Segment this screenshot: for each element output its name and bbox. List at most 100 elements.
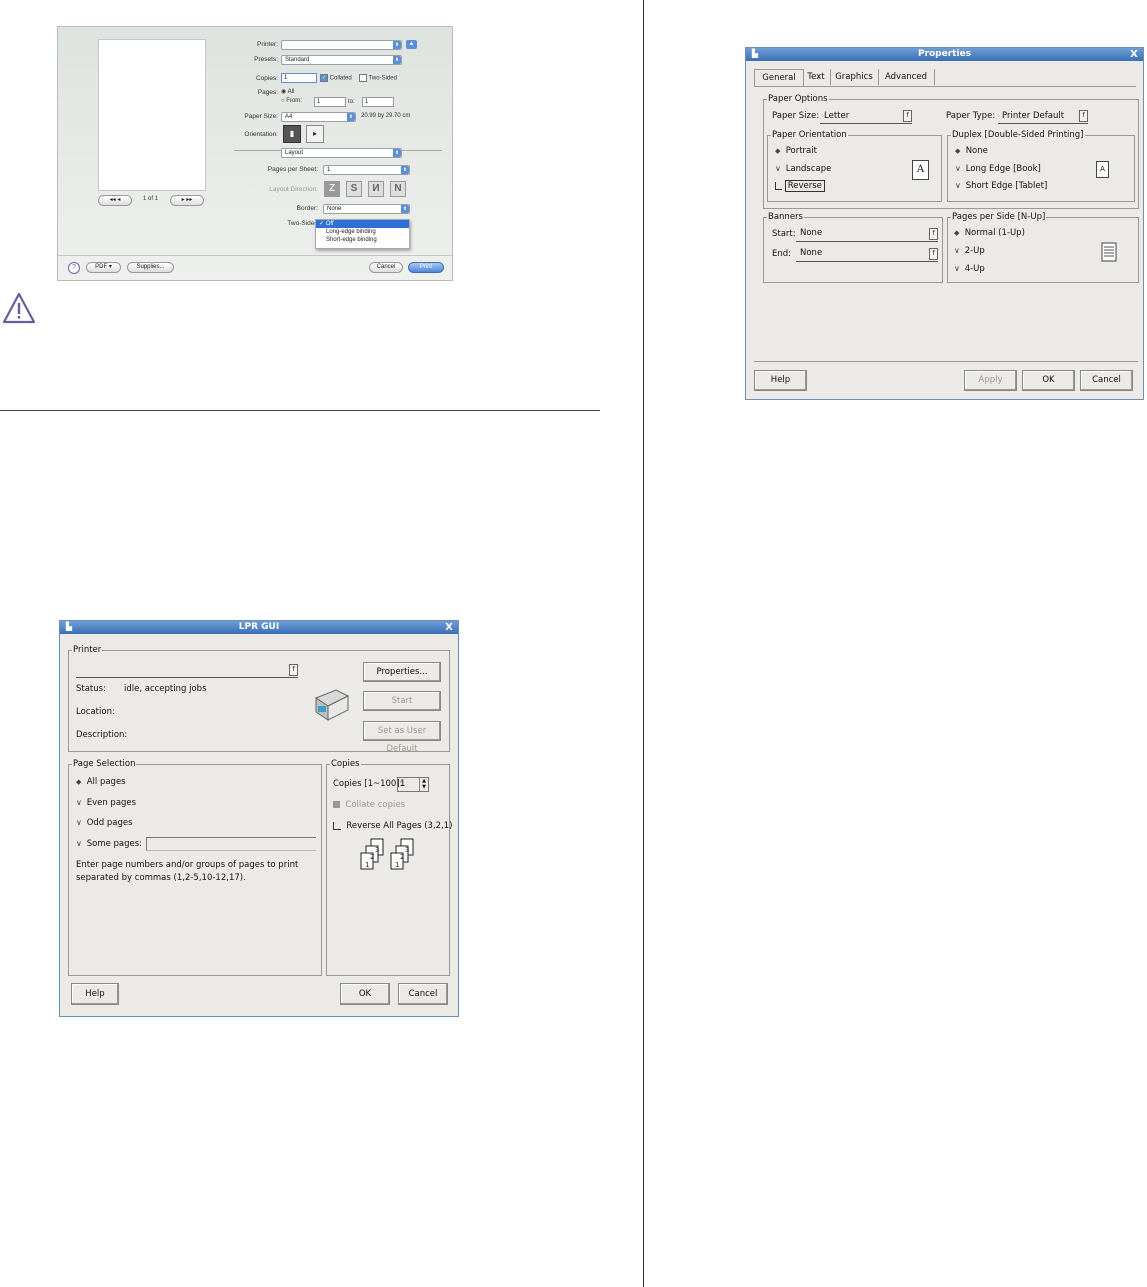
some-pages-radio[interactable]: ∨ Some pages: bbox=[76, 839, 142, 849]
pages-all-radio[interactable]: ◉ All bbox=[281, 88, 294, 95]
paper-size-select[interactable]: A4 ⬍ bbox=[281, 112, 356, 122]
duplex-long-label: Long Edge [Book] bbox=[965, 164, 1041, 174]
mac-print-dialog: ◂◂ ◂ 1 of 1 ▸ ▸▸ Printer: ⬍ ▲ Presets: S… bbox=[57, 26, 453, 281]
section-value: Layout bbox=[285, 150, 304, 156]
nup-normal-radio[interactable]: ◆ Normal (1-Up) bbox=[954, 228, 1025, 238]
svg-text:3: 3 bbox=[405, 846, 409, 854]
layout-n-icon[interactable]: N bbox=[390, 181, 406, 197]
to-input[interactable]: 1 bbox=[362, 97, 394, 107]
tab-graphics[interactable]: Graphics bbox=[830, 69, 879, 85]
spinner-icon[interactable]: ▲ ▼ bbox=[419, 778, 428, 791]
radio-icon: ∨ bbox=[955, 164, 961, 173]
all-pages-radio[interactable]: ◆ All pages bbox=[76, 777, 126, 787]
checkbox-icon bbox=[775, 181, 782, 190]
presets-select[interactable]: Standard ⬍ bbox=[281, 55, 402, 65]
set-default-button[interactable]: Set as User Default bbox=[363, 721, 441, 754]
combo-icon: f bbox=[929, 248, 938, 260]
tab-general[interactable]: General bbox=[754, 69, 804, 86]
page-selection-group: Page Selection ◆ All pages ∨ Even pages … bbox=[68, 759, 322, 976]
ok-button[interactable]: OK bbox=[340, 983, 390, 1005]
window-title: LPR GUI bbox=[238, 622, 280, 632]
border-value: None bbox=[327, 206, 342, 212]
some-pages-input[interactable] bbox=[146, 837, 316, 851]
tab-advanced[interactable]: Advanced bbox=[878, 69, 935, 85]
help-button[interactable]: Help bbox=[71, 983, 119, 1005]
from-input[interactable]: 1 bbox=[314, 97, 346, 107]
two-sided-checkbox[interactable]: Two-Sided bbox=[359, 74, 397, 82]
properties-button[interactable]: Properties... bbox=[363, 662, 441, 682]
odd-pages-radio[interactable]: ∨ Odd pages bbox=[76, 818, 133, 828]
layout-n-reverse-icon[interactable]: И bbox=[368, 181, 384, 197]
presets-label: Presets: bbox=[254, 56, 278, 63]
reverse-pages-checkbox[interactable]: Reverse All Pages (3,2,1) bbox=[333, 821, 452, 831]
reverse-checkbox[interactable]: Reverse bbox=[775, 180, 825, 192]
layout-s-icon[interactable]: S bbox=[346, 181, 362, 197]
printer-select[interactable]: ⬍ bbox=[281, 40, 402, 50]
print-button[interactable]: Print bbox=[408, 262, 444, 273]
duplex-short-label: Short Edge [Tablet] bbox=[965, 181, 1048, 191]
menu-item-off[interactable]: ✓ Off bbox=[316, 220, 409, 228]
portrait-radio[interactable]: ◆ Portrait bbox=[775, 146, 817, 156]
printer-combo[interactable]: f bbox=[76, 660, 298, 678]
portrait-orientation-icon[interactable]: ▮ bbox=[283, 125, 301, 143]
help-button[interactable]: Help bbox=[754, 370, 807, 391]
border-select[interactable]: None ⬍ bbox=[323, 204, 410, 214]
expand-icon[interactable]: ▲ bbox=[406, 40, 417, 49]
portrait-label: Portrait bbox=[785, 146, 817, 156]
paper-type-combo[interactable]: Printer Default f bbox=[998, 108, 1088, 124]
tab-text[interactable]: Text bbox=[802, 69, 831, 85]
check-icon: ✓ bbox=[320, 74, 328, 82]
collate-checkbox[interactable]: Collate copies bbox=[333, 800, 405, 810]
collated-checkbox[interactable]: ✓ Collated bbox=[320, 74, 352, 82]
landscape-orientation-icon[interactable]: ▸ bbox=[306, 125, 324, 143]
cancel-button[interactable]: Cancel bbox=[1080, 370, 1133, 391]
menu-item-short-edge[interactable]: Short-edge binding bbox=[316, 236, 409, 244]
pdf-button[interactable]: PDF ▾ bbox=[86, 262, 121, 273]
duplex-none-radio[interactable]: ◆ None bbox=[955, 146, 988, 156]
printer-label: Printer: bbox=[257, 41, 278, 48]
orientation-label: Orientation: bbox=[244, 131, 278, 138]
supplies-button[interactable]: Supplies... bbox=[127, 262, 174, 273]
end-banner-combo[interactable]: None f bbox=[796, 245, 938, 262]
copies-group-title: Copies bbox=[330, 759, 361, 770]
apply-button[interactable]: Apply bbox=[964, 370, 1017, 391]
paper-options-title: Paper Options bbox=[767, 94, 829, 105]
reverse-label: Reverse bbox=[784, 180, 825, 192]
duplex-short-radio[interactable]: ∨ Short Edge [Tablet] bbox=[955, 181, 1047, 191]
ok-button[interactable]: OK bbox=[1022, 370, 1075, 391]
hint-text: Enter page numbers and/or groups of page… bbox=[76, 860, 299, 883]
radio-selected-icon: ◆ bbox=[76, 778, 82, 786]
section-select[interactable]: Layout ⬍ bbox=[281, 148, 402, 158]
pages-per-sheet-label: Pages per Sheet: bbox=[267, 166, 318, 173]
two-sided-label: Two-Sided bbox=[368, 75, 397, 82]
help-icon[interactable]: ? bbox=[68, 262, 80, 274]
next-page-button[interactable]: ▸ ▸▸ bbox=[170, 195, 204, 206]
start-button[interactable]: Start bbox=[363, 691, 441, 711]
pages-per-sheet-select[interactable]: 1 ⬍ bbox=[323, 165, 410, 175]
menu-item-long-edge[interactable]: Long-edge binding bbox=[316, 228, 409, 236]
start-banner-combo[interactable]: None f bbox=[796, 225, 938, 242]
warning-icon bbox=[2, 292, 36, 324]
layout-z-icon[interactable]: Z bbox=[324, 181, 340, 197]
close-icon[interactable]: X bbox=[444, 621, 454, 634]
pages-from-radio[interactable]: ○ From: bbox=[281, 98, 302, 104]
collate-pages-icon: 123 123 bbox=[360, 838, 414, 870]
nup-4-radio[interactable]: ∨ 4-Up bbox=[954, 264, 985, 274]
copies-spinbox[interactable]: 1 ▲ ▼ bbox=[397, 777, 429, 792]
reverse-label: Reverse All Pages (3,2,1) bbox=[346, 821, 453, 831]
close-icon[interactable]: X bbox=[1129, 48, 1139, 61]
cancel-button[interactable]: Cancel bbox=[369, 262, 403, 273]
nup-2-radio[interactable]: ∨ 2-Up bbox=[954, 246, 985, 256]
prev-page-button[interactable]: ◂◂ ◂ bbox=[98, 195, 132, 206]
even-pages-radio[interactable]: ∨ Even pages bbox=[76, 798, 136, 808]
paper-size-combo[interactable]: Letter f bbox=[820, 108, 912, 124]
chevron-icon: ⬍ bbox=[401, 205, 409, 213]
end-banner-value: None bbox=[800, 248, 823, 258]
copies-input[interactable]: 1 bbox=[281, 73, 317, 83]
status-label: Status: bbox=[76, 684, 106, 694]
copies-group: Copies Copies [1~100]: 1 ▲ ▼ Collate copie… bbox=[326, 759, 452, 976]
cancel-button[interactable]: Cancel bbox=[398, 983, 448, 1005]
duplex-long-radio[interactable]: ∨ Long Edge [Book] bbox=[955, 164, 1041, 174]
paper-size-value: Letter bbox=[824, 111, 850, 121]
landscape-radio[interactable]: ∨ Landscape bbox=[775, 164, 831, 174]
